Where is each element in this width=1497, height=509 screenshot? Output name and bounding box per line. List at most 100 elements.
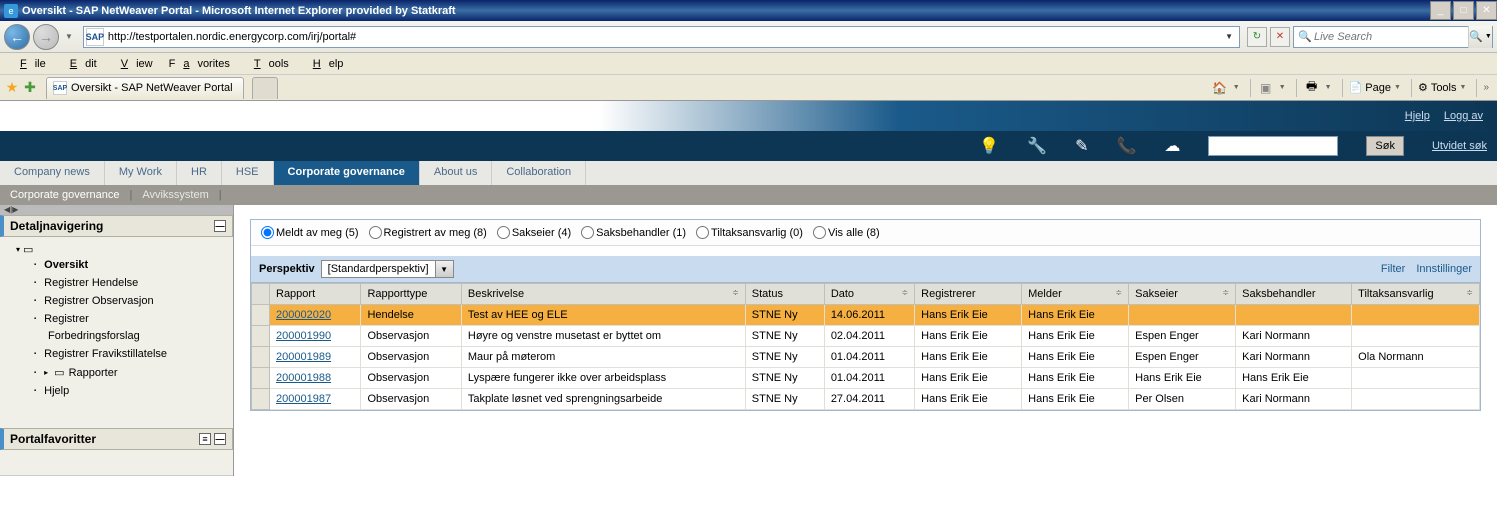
edit-icon[interactable]: ✎ [1075, 136, 1088, 156]
tab-about-us[interactable]: About us [420, 161, 492, 185]
phone-icon[interactable]: 📞 [1117, 136, 1137, 156]
filter-registrert[interactable]: Registrert av meg (8) [369, 226, 487, 239]
row-selector[interactable] [252, 326, 270, 347]
menu-favorites[interactable]: Favorites [161, 55, 238, 73]
rapport-link[interactable]: 200001988 [276, 372, 331, 384]
rapport-link[interactable]: 200001989 [276, 351, 331, 363]
browser-tab[interactable]: SAP Oversikt - SAP NetWeaver Portal [46, 77, 244, 99]
menu-file[interactable]: File [4, 55, 54, 73]
rapport-link[interactable]: 200001990 [276, 330, 331, 342]
favorites-star-icon[interactable]: ★ [4, 80, 20, 96]
refresh-button[interactable]: ↻ [1247, 27, 1267, 47]
sap-search-input[interactable] [1208, 136, 1338, 156]
list-icon[interactable]: ≡ [199, 433, 211, 445]
menu-edit[interactable]: Edit [54, 55, 105, 73]
breadcrumb-avvikssystem[interactable]: Avvikssystem [142, 189, 208, 201]
sidebar-item-hjelp[interactable]: Hjelp [16, 382, 223, 400]
filter-sakseier[interactable]: Sakseier (4) [497, 226, 571, 239]
print-icon[interactable]: 🖶 [1303, 79, 1321, 97]
page-menu[interactable]: 📄Page▼ [1349, 81, 1405, 94]
address-input[interactable] [104, 27, 1219, 47]
help-link[interactable]: Hjelp [1405, 110, 1430, 122]
tab-corporate-governance[interactable]: Corporate governance [274, 161, 420, 185]
sidebar-item-oversikt[interactable]: Oversikt [16, 256, 223, 274]
new-tab-button[interactable] [252, 77, 278, 99]
sidebar-item-registrer-fravik[interactable]: Registrer Fravikstillatelse [16, 345, 223, 363]
col-beskrivelse[interactable]: Beskrivelse≑ [461, 284, 745, 305]
tools-menu[interactable]: ⚙Tools▼ [1418, 81, 1471, 94]
sort-icon[interactable]: ≑ [732, 288, 739, 297]
home-dropdown-icon[interactable]: ▼ [1233, 84, 1240, 91]
close-button[interactable]: ✕ [1476, 1, 1497, 20]
cloud-icon[interactable]: ☁ [1164, 136, 1180, 156]
rapport-link[interactable]: 200002020 [276, 309, 331, 321]
sidebar-handle[interactable]: ◀|▶ [0, 205, 233, 215]
row-selector[interactable] [252, 347, 270, 368]
collapse-icon[interactable]: — [214, 220, 226, 232]
row-selector[interactable] [252, 368, 270, 389]
sidebar-item-registrer-hendelse[interactable]: Registrer Hendelse [16, 274, 223, 292]
stop-button[interactable]: ✕ [1270, 27, 1290, 47]
filter-saksbehandler[interactable]: Saksbehandler (1) [581, 226, 686, 239]
address-dropdown-icon[interactable]: ▼ [1219, 32, 1239, 41]
col-dato[interactable]: Dato≑ [824, 284, 914, 305]
wrench-icon[interactable]: 🔧 [1027, 136, 1047, 156]
sap-search-button[interactable]: Søk [1366, 136, 1404, 156]
breadcrumb-corporate-governance[interactable]: Corporate governance [10, 189, 119, 201]
row-selector[interactable] [252, 389, 270, 410]
sort-icon[interactable]: ≑ [1115, 288, 1122, 297]
table-row[interactable]: 200001990ObservasjonHøyre og venstre mus… [252, 326, 1480, 347]
filter-meldt[interactable]: Meldt av meg (5) [261, 226, 359, 239]
sort-icon[interactable]: ≑ [1466, 288, 1473, 297]
menu-view[interactable]: View [105, 55, 161, 73]
dropdown-icon[interactable]: ▼ [435, 261, 453, 277]
history-dropdown-icon[interactable]: ▼ [65, 32, 73, 41]
perspektiv-select[interactable]: [Standardperspektiv] ▼ [321, 260, 454, 278]
browser-search-input[interactable] [1294, 31, 1468, 43]
sidebar-item-registrer-observasjon[interactable]: Registrer Observasjon [16, 292, 223, 310]
idea-icon[interactable]: 💡 [979, 136, 999, 156]
menu-help[interactable]: Help [297, 55, 352, 73]
logoff-link[interactable]: Logg av [1444, 110, 1483, 122]
table-row[interactable]: 200001987ObservasjonTakplate løsnet ved … [252, 389, 1480, 410]
col-status[interactable]: Status [745, 284, 824, 305]
advanced-search-link[interactable]: Utvidet søk [1432, 140, 1487, 152]
tab-hr[interactable]: HR [177, 161, 222, 185]
collapse-icon[interactable]: — [214, 433, 226, 445]
tree-root[interactable]: ▾▭ [16, 243, 223, 256]
tab-collaboration[interactable]: Collaboration [492, 161, 586, 185]
tab-my-work[interactable]: My Work [105, 161, 177, 185]
settings-link[interactable]: Innstillinger [1416, 263, 1472, 275]
table-row[interactable]: 200001989ObservasjonMaur på møteromSTNE … [252, 347, 1480, 368]
add-favorite-icon[interactable]: ✚ [22, 80, 38, 96]
browser-search-button[interactable]: 🔍▼ [1468, 26, 1492, 48]
table-row[interactable]: 200001988ObservasjonLyspære fungerer ikk… [252, 368, 1480, 389]
table-row[interactable]: 200002020HendelseTest av HEE og ELESTNE … [252, 305, 1480, 326]
sidebar-item-rapporter[interactable]: ▸▭Rapporter [16, 363, 223, 382]
sidebar-item-registrer-forbedring[interactable]: Registrer [16, 310, 223, 328]
rapport-link[interactable]: 200001987 [276, 393, 331, 405]
sort-icon[interactable]: ≑ [1222, 288, 1229, 297]
back-button[interactable]: ← [4, 24, 30, 50]
filter-link[interactable]: Filter [1381, 263, 1405, 275]
col-tiltaksansvarlig[interactable]: Tiltaksansvarlig≑ [1352, 284, 1480, 305]
filter-visalle[interactable]: Vis alle (8) [813, 226, 880, 239]
home-icon[interactable]: 🏠 [1211, 79, 1229, 97]
chevron-right-icon[interactable]: » [1483, 82, 1489, 93]
maximize-button[interactable]: □ [1453, 1, 1474, 20]
feeds-icon[interactable]: ▣ [1257, 79, 1275, 97]
filter-tiltak[interactable]: Tiltaksansvarlig (0) [696, 226, 803, 239]
col-melder[interactable]: Melder≑ [1022, 284, 1129, 305]
menu-tools[interactable]: Tools [238, 55, 297, 73]
col-saksbehandler[interactable]: Saksbehandler [1236, 284, 1352, 305]
minimize-button[interactable]: _ [1430, 1, 1451, 20]
feeds-dropdown-icon[interactable]: ▼ [1279, 84, 1286, 91]
forward-button[interactable]: → [33, 24, 59, 50]
row-selector[interactable] [252, 305, 270, 326]
sidebar-item-forbedringsforslag[interactable]: Forbedringsforslag [16, 328, 223, 345]
tab-hse[interactable]: HSE [222, 161, 274, 185]
col-registrerer[interactable]: Registrerer [915, 284, 1022, 305]
print-dropdown-icon[interactable]: ▼ [1325, 84, 1332, 91]
col-sakseier[interactable]: Sakseier≑ [1129, 284, 1236, 305]
sort-icon[interactable]: ≑ [901, 288, 908, 297]
